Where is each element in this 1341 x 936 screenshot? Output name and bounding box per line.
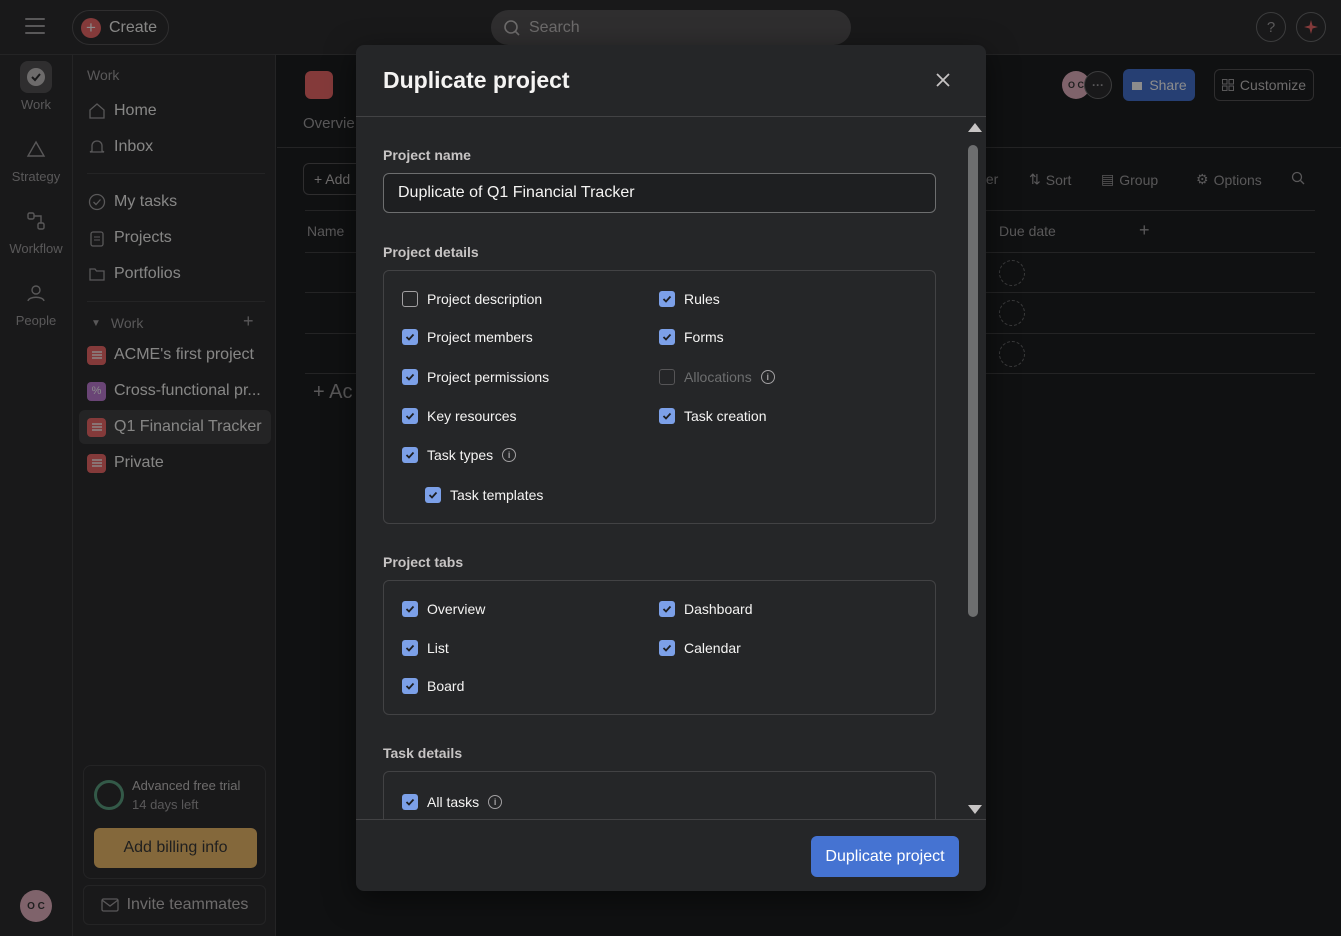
checkbox-list[interactable]: List xyxy=(402,640,449,656)
checkbox-project-description[interactable]: Project description xyxy=(402,291,542,307)
duplicate-project-dialog: Duplicate project Project name Project d… xyxy=(356,45,986,891)
checkmark-icon xyxy=(402,794,418,810)
project-tabs-label: Project tabs xyxy=(383,554,464,570)
checkbox-label: All tasks xyxy=(427,794,480,810)
info-icon[interactable]: i xyxy=(502,448,517,462)
checkmark-icon xyxy=(402,447,418,463)
checkmark-icon xyxy=(402,329,418,345)
dialog-title: Duplicate project xyxy=(383,67,570,93)
checkmark-icon xyxy=(402,601,418,617)
checkbox-task-templates[interactable]: Task templates xyxy=(425,487,543,503)
checkbox-label: Task types xyxy=(427,447,494,463)
checkmark-icon xyxy=(659,640,675,656)
checkbox-allocations: Allocations i xyxy=(659,369,775,385)
dialog-header: Duplicate project xyxy=(356,45,986,117)
checkbox-label: Task templates xyxy=(450,487,544,503)
checkbox-label: Allocations xyxy=(684,369,752,385)
dialog-body: Project name Project details Project des… xyxy=(356,117,986,819)
project-name-input[interactable] xyxy=(383,173,936,213)
checkmark-icon xyxy=(659,329,675,345)
close-icon[interactable] xyxy=(932,69,954,91)
project-details-label: Project details xyxy=(383,244,479,260)
checkbox-forms[interactable]: Forms xyxy=(659,329,724,345)
project-tabs-box: Overview List Board Dashboard Calendar xyxy=(383,580,936,715)
checkbox-dashboard[interactable]: Dashboard xyxy=(659,601,753,617)
info-icon[interactable]: i xyxy=(488,795,503,809)
checkmark-icon xyxy=(402,640,418,656)
scroll-up-arrow-icon[interactable] xyxy=(968,123,982,132)
checkbox-task-types[interactable]: Task types i xyxy=(402,447,517,463)
task-details-label: Task details xyxy=(383,745,463,761)
scrollbar[interactable] xyxy=(966,123,982,817)
checkmark-icon xyxy=(659,291,675,307)
scroll-down-arrow-icon[interactable] xyxy=(968,805,982,814)
checkmark-icon xyxy=(402,408,418,424)
checkbox-label: Key resources xyxy=(427,408,517,424)
checkbox-project-permissions[interactable]: Project permissions xyxy=(402,369,549,385)
checkbox-label: Project description xyxy=(427,291,543,307)
checkmark-icon xyxy=(402,369,418,385)
checkbox-label: List xyxy=(427,640,449,656)
checkbox-label: Calendar xyxy=(684,640,741,656)
project-name-label: Project name xyxy=(383,147,471,163)
checkbox-overview[interactable]: Overview xyxy=(402,601,485,617)
checkbox-label: Project members xyxy=(427,329,533,345)
checkbox-calendar[interactable]: Calendar xyxy=(659,640,741,656)
info-icon[interactable]: i xyxy=(760,370,775,384)
scrollbar-thumb[interactable] xyxy=(968,145,978,617)
checkbox-label: Task creation xyxy=(684,408,767,424)
checkmark-icon xyxy=(659,601,675,617)
checkbox-label: Dashboard xyxy=(684,601,753,617)
duplicate-project-button[interactable]: Duplicate project xyxy=(811,836,959,877)
checkbox-label: Project permissions xyxy=(427,369,550,385)
checkbox-icon xyxy=(659,369,675,385)
checkmark-icon xyxy=(659,408,675,424)
checkbox-board[interactable]: Board xyxy=(402,678,464,694)
checkbox-project-members[interactable]: Project members xyxy=(402,329,533,345)
checkbox-key-resources[interactable]: Key resources xyxy=(402,408,516,424)
checkbox-rules[interactable]: Rules xyxy=(659,291,720,307)
checkbox-label: Rules xyxy=(684,291,720,307)
task-details-box: All tasks i xyxy=(383,771,936,819)
project-details-box: Project description Project members Proj… xyxy=(383,270,936,524)
checkbox-task-creation[interactable]: Task creation xyxy=(659,408,766,424)
checkmark-icon xyxy=(402,678,418,694)
checkbox-label: Overview xyxy=(427,601,486,617)
checkbox-all-tasks[interactable]: All tasks i xyxy=(402,794,503,810)
dialog-footer: Duplicate project xyxy=(356,819,986,891)
checkbox-icon xyxy=(402,291,418,307)
checkmark-icon xyxy=(425,487,441,503)
checkbox-label: Board xyxy=(427,678,465,694)
checkbox-label: Forms xyxy=(684,329,724,345)
